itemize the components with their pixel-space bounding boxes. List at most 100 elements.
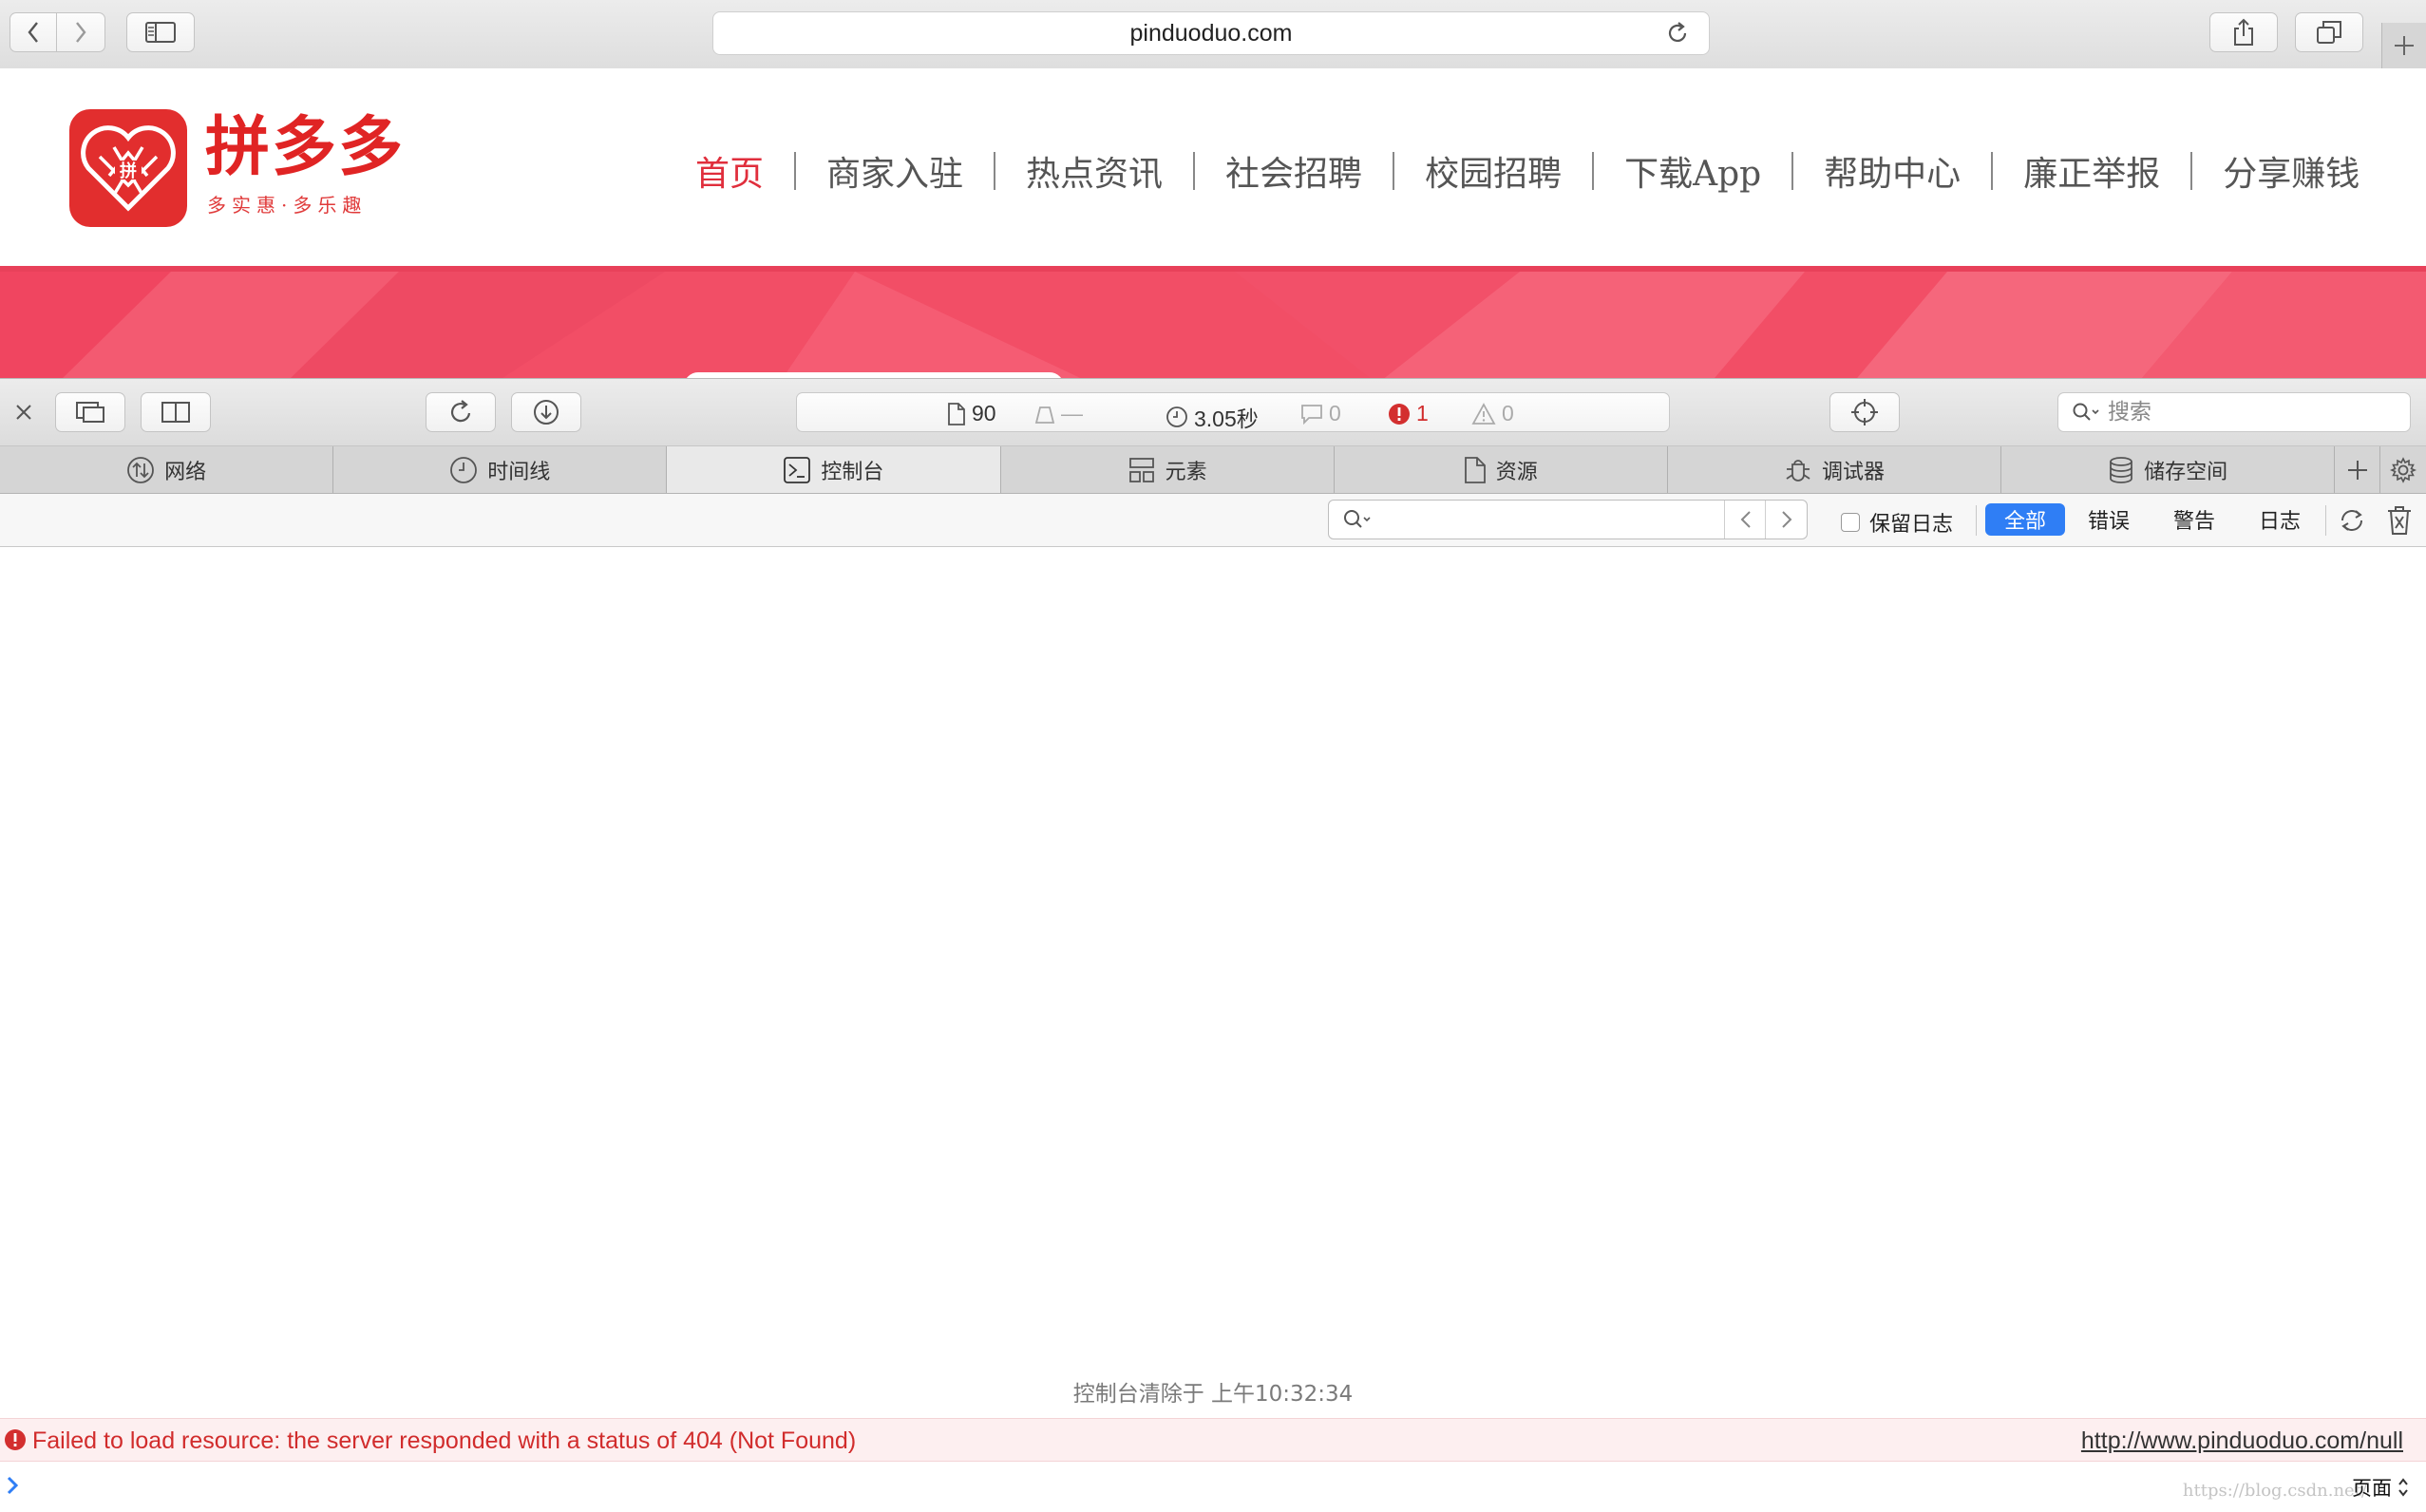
resource-count[interactable]: 90	[947, 401, 996, 426]
site-nav: 首页 商家入驻 热点资讯 社会招聘 校园招聘 下载App 帮助中心 廉正举报 分…	[665, 144, 2390, 198]
console-prompt[interactable]: https://blog.csdn.net/ 页面	[0, 1462, 2426, 1512]
level-filter-logs[interactable]: 日志	[2240, 503, 2320, 536]
nav-item-news[interactable]: 热点资讯	[995, 146, 1193, 196]
tab-elements[interactable]: 元素	[1001, 446, 1335, 493]
nav-item-download-app[interactable]: 下载App	[1594, 146, 1791, 196]
inspect-element-button[interactable]	[1829, 392, 1900, 432]
resource-count-value: 90	[972, 401, 996, 425]
brand-logo[interactable]: 拼	[69, 109, 187, 227]
banner-polygon-pattern	[0, 272, 2426, 378]
next-match-button[interactable]	[1765, 501, 1807, 539]
back-button[interactable]	[9, 12, 57, 52]
tab-debugger-label: 调试器	[1821, 460, 1885, 484]
nav-item-home[interactable]: 首页	[665, 146, 794, 196]
gear-icon	[2390, 456, 2417, 483]
chevron-left-icon	[1740, 511, 1751, 528]
new-tab-button[interactable]	[2381, 23, 2426, 68]
nav-item-campus-recruit[interactable]: 校园招聘	[1394, 146, 1592, 196]
address-text: pinduoduo.com	[1129, 19, 1293, 47]
tab-console[interactable]: 控制台	[667, 446, 1001, 493]
toolbar-divider	[2325, 505, 2326, 536]
dock-side-icon	[161, 402, 190, 423]
site-header: 拼 拼多多 多实惠·多乐趣 首页 商家入驻 热点资讯 社会招聘 校园招聘 下载A…	[0, 68, 2426, 266]
nav-item-social-recruit[interactable]: 社会招聘	[1195, 146, 1393, 196]
search-icon	[2073, 403, 2099, 421]
updown-chevron-icon	[2398, 1478, 2408, 1497]
error-source-link[interactable]: http://www.pinduoduo.com/null	[2081, 1427, 2403, 1455]
previous-match-button[interactable]	[1724, 501, 1766, 539]
svg-text:拼: 拼	[120, 161, 137, 181]
clock-icon	[1166, 406, 1187, 427]
clock-icon	[450, 456, 478, 483]
weight-icon	[1034, 406, 1055, 424]
preserve-log-checkbox[interactable]	[1841, 513, 1860, 532]
transfer-size[interactable]: —	[1034, 401, 1083, 426]
plus-icon	[2395, 36, 2414, 55]
console-cleared-message: 控制台清除于 上午10:32:34	[1072, 1382, 1354, 1407]
share-icon	[2234, 18, 2253, 46]
chevron-right-icon	[76, 22, 86, 43]
tab-storage[interactable]: 储存空间	[2001, 446, 2336, 493]
error-count[interactable]: 1	[1388, 401, 1429, 426]
reload-icon[interactable]	[1665, 21, 1690, 46]
nav-item-merchant[interactable]: 商家入驻	[796, 146, 994, 196]
refresh-console-icon[interactable]	[2337, 505, 2367, 536]
error-message: Failed to load resource: the server resp…	[32, 1427, 857, 1454]
close-icon[interactable]	[15, 404, 32, 421]
plus-icon	[2347, 460, 2367, 480]
tabs-icon	[2317, 21, 2341, 44]
network-icon	[127, 456, 154, 483]
nav-item-help[interactable]: 帮助中心	[1793, 146, 1991, 196]
download-archive-button[interactable]	[511, 392, 581, 432]
trash-icon[interactable]	[2386, 505, 2413, 536]
inspector-search[interactable]	[2057, 392, 2411, 432]
warning-count[interactable]: 0	[1471, 401, 1514, 426]
chevron-left-icon	[28, 22, 38, 43]
nav-item-share[interactable]: 分享赚钱	[2192, 146, 2390, 196]
add-tab-button[interactable]	[2335, 446, 2381, 493]
sidebar-toggle-button[interactable]	[126, 12, 195, 52]
forward-button[interactable]	[56, 12, 105, 52]
tab-timelines-label: 时间线	[487, 460, 551, 484]
crosshair-icon	[1851, 399, 1878, 425]
console-error-row[interactable]: Failed to load resource: the server resp…	[0, 1418, 2426, 1462]
database-icon	[2110, 456, 2133, 483]
console-filter-input[interactable]	[1388, 506, 1715, 535]
chevron-right-icon	[1781, 511, 1791, 528]
reload-page-button[interactable]	[426, 392, 496, 432]
preserve-log-toggle[interactable]: 保留日志	[1841, 507, 1953, 538]
tab-network[interactable]: 网络	[0, 446, 334, 493]
elements-icon	[1128, 457, 1154, 482]
settings-button[interactable]	[2380, 446, 2426, 493]
transfer-size-value: —	[1061, 401, 1083, 425]
detach-window-button[interactable]	[55, 392, 125, 432]
nav-item-report[interactable]: 廉正举报	[1993, 146, 2190, 196]
search-icon	[1344, 510, 1371, 528]
level-filter-all[interactable]: 全部	[1985, 503, 2066, 536]
tab-resources[interactable]: 资源	[1335, 446, 1668, 493]
address-bar[interactable]: pinduoduo.com	[712, 11, 1710, 55]
level-filter-warnings[interactable]: 警告	[2154, 503, 2234, 536]
console-icon	[784, 456, 811, 483]
log-count[interactable]: 0	[1300, 401, 1341, 426]
error-icon	[1389, 403, 1410, 425]
sidebar-icon	[145, 22, 176, 43]
inspector-search-input[interactable]	[2106, 399, 2395, 425]
level-filter-errors[interactable]: 错误	[2069, 503, 2149, 536]
load-time-value: 3.05秒	[1194, 406, 1259, 431]
document-icon	[948, 402, 965, 425]
execution-context-select[interactable]: 页面	[2352, 1473, 2409, 1502]
console-output[interactable]	[0, 547, 2426, 1417]
dock-side-button[interactable]	[141, 392, 211, 432]
console-filter-field[interactable]	[1328, 500, 1808, 539]
tab-timelines[interactable]: 时间线	[333, 446, 668, 493]
tab-resources-label: 资源	[1495, 460, 1538, 484]
bug-icon	[1786, 459, 1810, 482]
share-button[interactable]	[2209, 12, 2278, 52]
tabs-overview-button[interactable]	[2295, 12, 2363, 52]
tab-storage-label: 储存空间	[2144, 460, 2228, 484]
load-time[interactable]: 3.05秒	[1166, 401, 1259, 433]
log-count-value: 0	[1329, 401, 1341, 425]
download-icon	[534, 400, 559, 425]
tab-debugger[interactable]: 调试器	[1668, 446, 2002, 493]
